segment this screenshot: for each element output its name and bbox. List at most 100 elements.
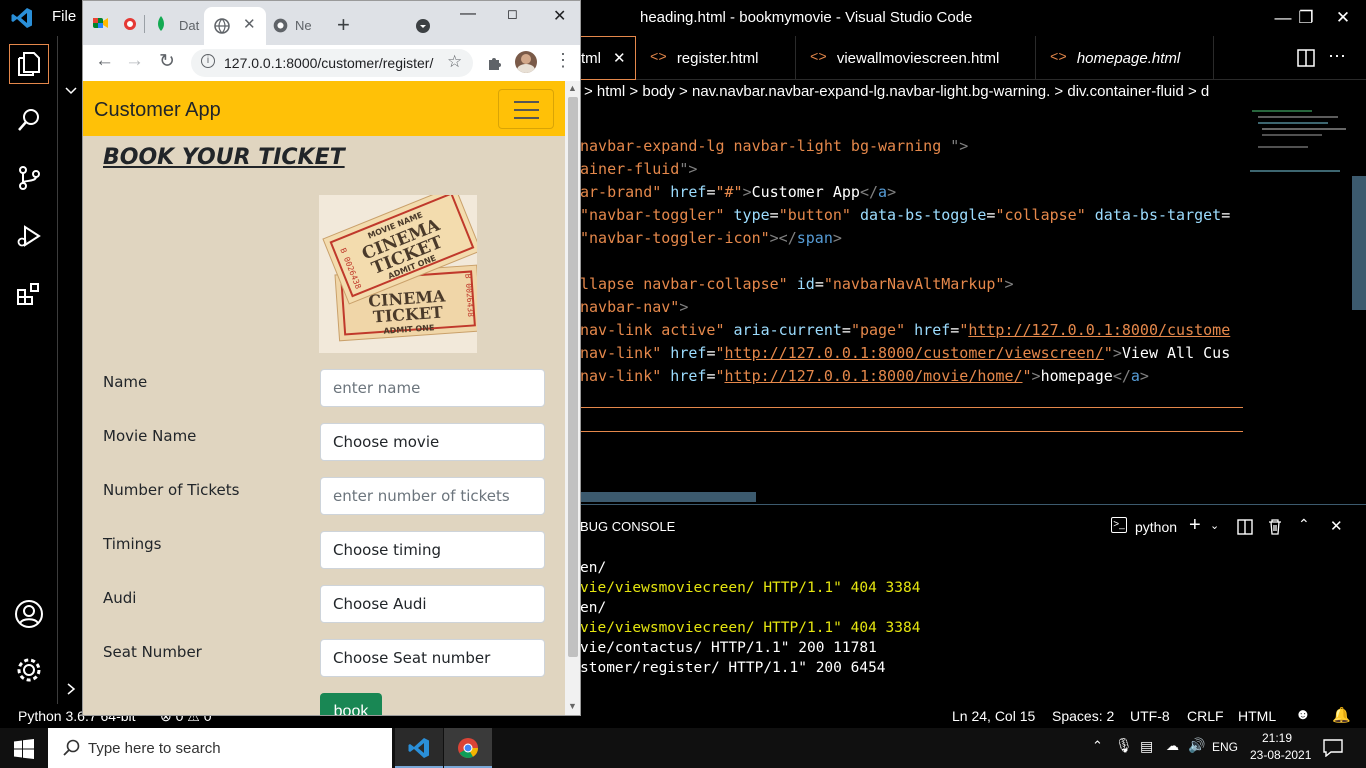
network-icon[interactable]: ▤: [1140, 738, 1153, 755]
movie-select[interactable]: Choose movie: [320, 423, 545, 461]
chevron-up-icon[interactable]: ⌃: [1092, 738, 1103, 754]
bookmark-star-icon[interactable]: ☆: [447, 52, 462, 72]
code-line[interactable]: navbar-expand-lg navbar-light bg-warning…: [580, 137, 968, 155]
close-panel-icon[interactable]: ✕: [1330, 517, 1343, 535]
code-line[interactable]: ainer-fluid">: [580, 160, 697, 178]
minimize-icon[interactable]: —: [460, 5, 476, 23]
tickets-input[interactable]: enter number of tickets: [320, 477, 545, 515]
code-line[interactable]: nav-link active" aria-current="page" hre…: [580, 321, 1230, 339]
active-tab[interactable]: ✕: [204, 7, 266, 45]
chevron-down-icon[interactable]: [64, 86, 78, 96]
address-bar[interactable]: i 127.0.0.1:8000/customer/register/ ☆: [191, 49, 473, 77]
terminal-line: vie/viewsmoviecreen/ HTTP/1.1" 404 3384: [580, 620, 921, 636]
notifications-bell-icon[interactable]: 🔔: [1332, 706, 1351, 724]
indentation[interactable]: Spaces: 2: [1052, 708, 1114, 724]
close-window-icon[interactable]: ✕: [553, 6, 566, 26]
more-actions-icon[interactable]: ⋯: [1328, 46, 1346, 67]
explorer-icon[interactable]: [9, 44, 49, 84]
scroll-down-icon[interactable]: ▼: [568, 701, 577, 711]
tab-search-icon[interactable]: [416, 19, 430, 33]
scroll-thumb[interactable]: [568, 97, 578, 657]
code-editor[interactable]: navbar-expand-lg navbar-light bg-warning…: [580, 104, 1366, 504]
back-arrow-icon[interactable]: ←: [95, 50, 114, 72]
code-line[interactable]: navbar-nav">: [580, 298, 688, 316]
new-tab-plus-icon[interactable]: +: [337, 12, 350, 38]
forward-arrow-icon[interactable]: →: [125, 50, 144, 72]
navbar-toggler[interactable]: [498, 89, 554, 129]
code-line[interactable]: nav-link" href="http://127.0.0.1:8000/cu…: [580, 344, 1230, 362]
clock-time[interactable]: 21:19: [1262, 731, 1292, 745]
tab-heading[interactable]: tml ✕: [580, 36, 636, 80]
code-line[interactable]: llapse navbar-collapse" id="navbarNavAlt…: [580, 275, 1014, 293]
maximize-icon[interactable]: ◻: [507, 6, 518, 22]
vscode-taskbar-button[interactable]: [395, 728, 443, 768]
mongodb-leaf-icon[interactable]: [156, 16, 166, 32]
chrome-taskbar-button[interactable]: [444, 728, 492, 768]
chevron-down-icon[interactable]: ⌄: [1210, 519, 1219, 532]
terminal-name[interactable]: python: [1135, 519, 1177, 535]
run-debug-icon[interactable]: [9, 216, 49, 256]
vertical-scrollbar[interactable]: [1352, 176, 1366, 310]
profile-avatar[interactable]: [515, 51, 537, 73]
trash-icon[interactable]: [1267, 518, 1283, 535]
terminal-output[interactable]: en/vie/viewsmoviecreen/ HTTP/1.1" 404 33…: [580, 560, 1360, 700]
split-terminal-icon[interactable]: [1237, 519, 1253, 535]
split-editor-icon[interactable]: [1297, 49, 1315, 67]
menu-file[interactable]: File: [52, 8, 76, 25]
code-line[interactable]: ar-brand" href="#">Customer App</a>: [580, 183, 896, 201]
horizontal-scrollbar[interactable]: [580, 492, 756, 502]
name-input[interactable]: enter name: [320, 369, 545, 407]
new-terminal-icon[interactable]: +: [1189, 514, 1201, 537]
close-tab-icon[interactable]: ✕: [243, 15, 256, 33]
tab-label-data[interactable]: Dat: [179, 18, 199, 33]
language-indicator[interactable]: ENG: [1212, 740, 1238, 754]
close-window-icon[interactable]: ✕: [1320, 0, 1366, 36]
url-text[interactable]: 127.0.0.1:8000/customer/register/: [224, 55, 433, 71]
line-ending[interactable]: CRLF: [1187, 708, 1224, 724]
feedback-icon[interactable]: ☻: [1295, 706, 1311, 723]
seat-select[interactable]: Choose Seat number: [320, 639, 545, 677]
extensions-puzzle-icon[interactable]: [487, 55, 503, 71]
extensions-icon[interactable]: [9, 274, 49, 314]
sidebar-strip: [58, 36, 82, 704]
record-icon[interactable]: [124, 18, 136, 30]
minimap[interactable]: [1248, 104, 1352, 184]
settings-gear-icon[interactable]: [9, 650, 49, 690]
site-info-icon[interactable]: i: [201, 54, 215, 68]
search-icon[interactable]: [9, 100, 49, 140]
language-mode[interactable]: HTML: [1238, 708, 1276, 724]
onedrive-icon[interactable]: ☁: [1166, 738, 1179, 754]
chevron-right-icon[interactable]: [64, 682, 78, 696]
taskbar-search[interactable]: Type here to search: [48, 728, 392, 768]
windows-start-icon[interactable]: [14, 739, 34, 759]
code-line[interactable]: "navbar-toggler-icon"></span>: [580, 229, 842, 247]
accounts-icon[interactable]: [9, 594, 49, 634]
book-button[interactable]: book: [320, 693, 382, 715]
chrome-menu-icon[interactable]: ⋮: [554, 50, 572, 71]
chrome-logo-icon[interactable]: [273, 18, 288, 33]
tab-homepage[interactable]: <> homepage.html: [1036, 36, 1214, 80]
chevron-up-icon[interactable]: ⌃: [1298, 516, 1310, 533]
tab-register[interactable]: <> register.html: [636, 36, 796, 80]
clock-date[interactable]: 23-08-2021: [1250, 748, 1311, 762]
code-line[interactable]: "navbar-toggler" type="button" data-bs-t…: [580, 206, 1230, 224]
audi-select[interactable]: Choose Audi: [320, 585, 545, 623]
code-line[interactable]: nav-link" href="http://127.0.0.1:8000/mo…: [580, 367, 1149, 385]
encoding[interactable]: UTF-8: [1130, 708, 1170, 724]
panel-title[interactable]: BUG CONSOLE: [580, 519, 675, 534]
navbar-brand[interactable]: Customer App: [94, 99, 221, 122]
volume-icon[interactable]: 🔊: [1188, 737, 1205, 754]
close-tab-icon[interactable]: ✕: [613, 49, 626, 67]
tab-label-new[interactable]: Ne: [295, 18, 312, 33]
google-meet-icon[interactable]: [93, 16, 109, 30]
source-control-icon[interactable]: [9, 158, 49, 198]
microphone-icon[interactable]: 🎙: [1115, 737, 1133, 754]
scroll-up-icon[interactable]: ▲: [568, 83, 577, 93]
tab-viewallmoviescreen[interactable]: <> viewallmoviescreen.html: [796, 36, 1036, 80]
action-center-icon[interactable]: [1323, 739, 1343, 757]
reload-icon[interactable]: ↻: [159, 50, 175, 73]
cursor-position[interactable]: Ln 24, Col 15: [952, 708, 1035, 724]
timing-select[interactable]: Choose timing: [320, 531, 545, 569]
page-scrollbar[interactable]: ▲ ▼: [565, 81, 580, 715]
breadcrumb-path[interactable]: > html > body > nav.navbar.navbar-expand…: [584, 83, 1209, 100]
